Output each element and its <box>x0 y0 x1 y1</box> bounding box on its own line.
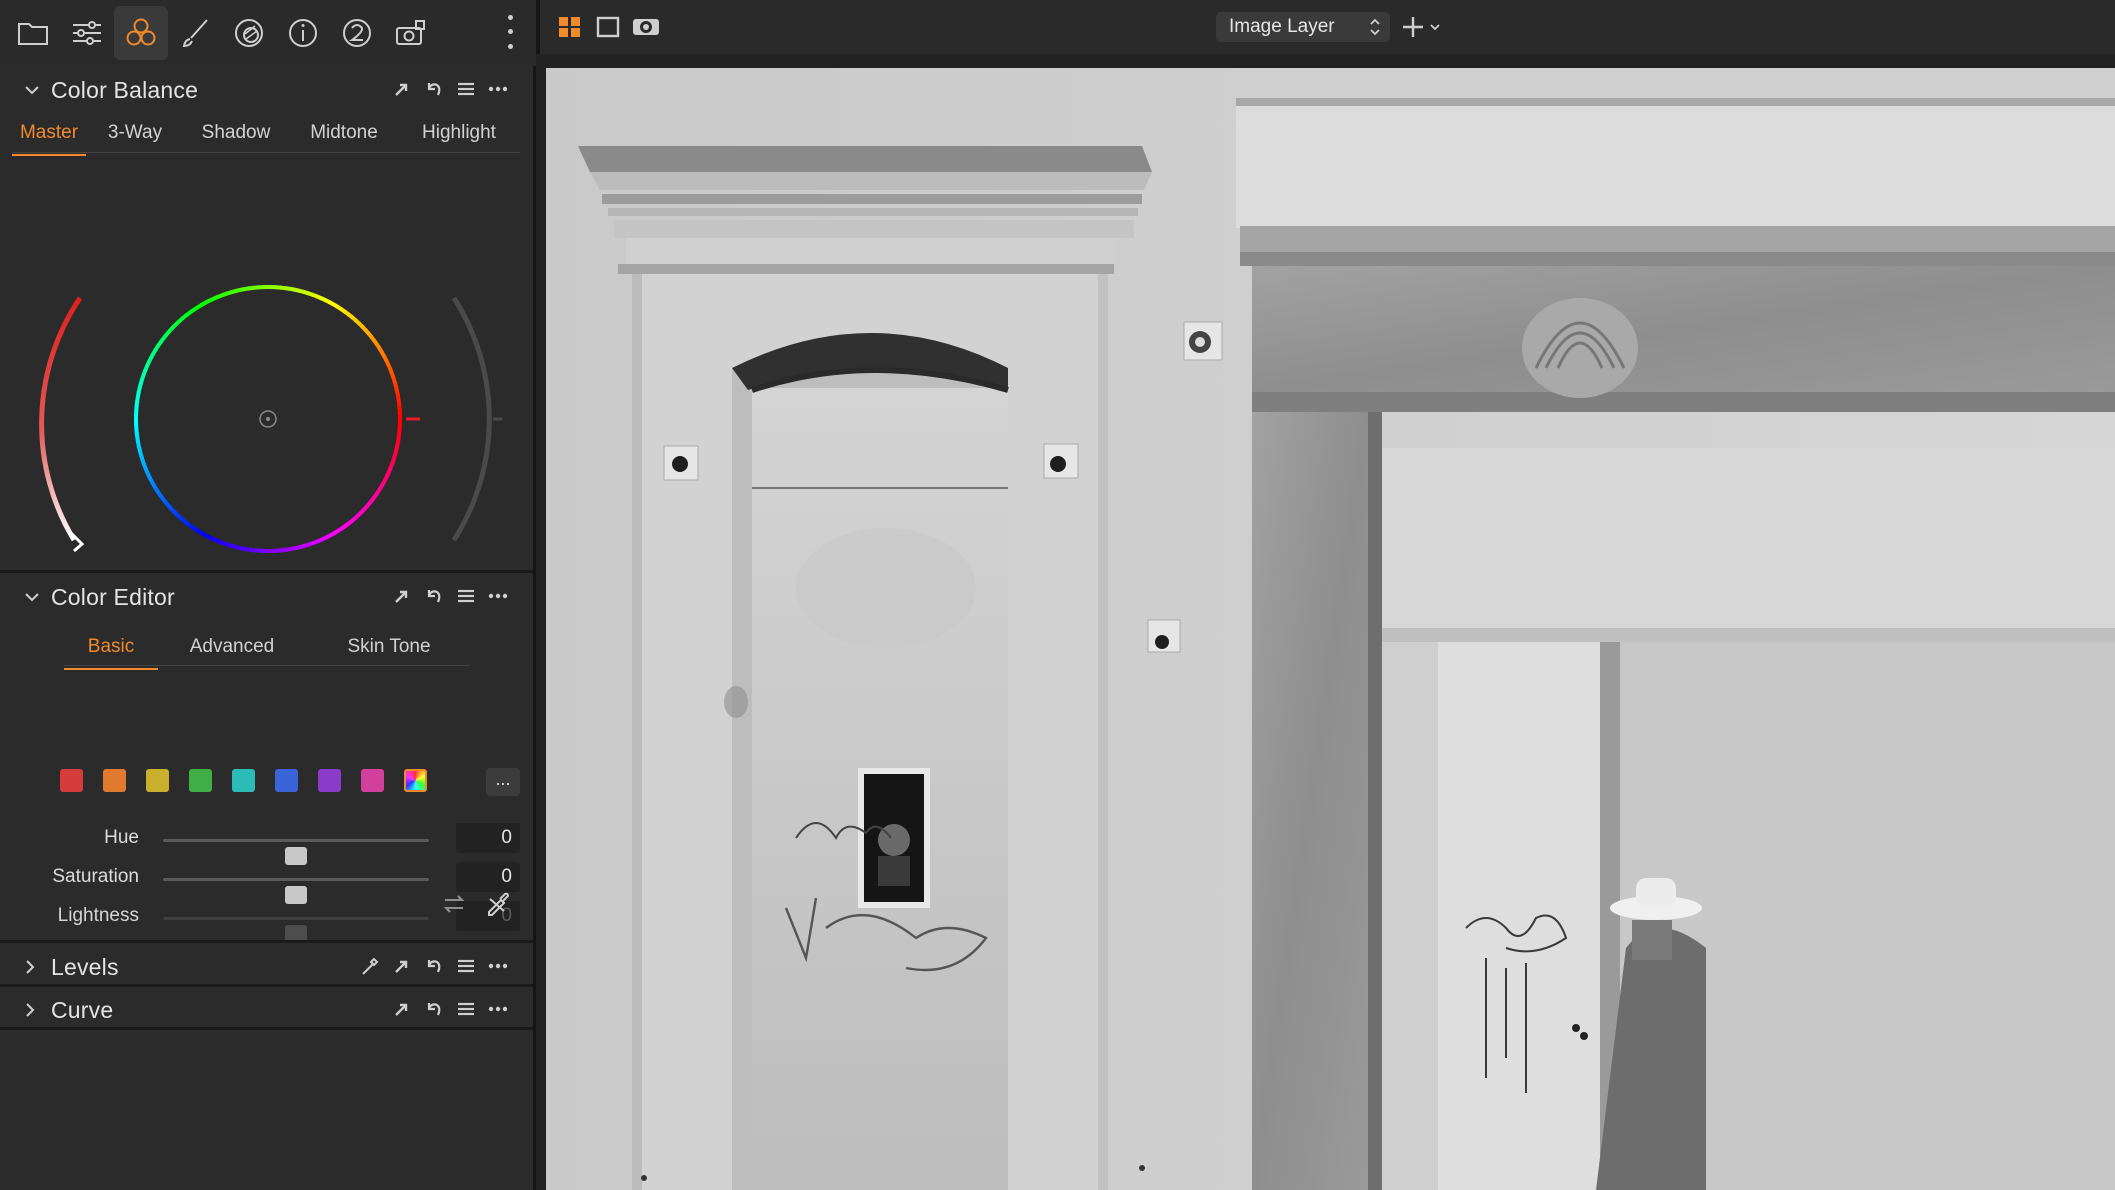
presets-icon[interactable] <box>455 998 477 1020</box>
updown-chevron-icon <box>1370 18 1380 36</box>
tabs-divider <box>12 152 520 153</box>
swatch-cyan[interactable] <box>232 769 255 792</box>
tool-tab-library[interactable] <box>6 6 60 60</box>
tool-tab-lens[interactable] <box>222 6 276 60</box>
photo[interactable] <box>546 68 2115 1190</box>
color-circles-icon <box>126 18 156 46</box>
wheel-center-dot <box>266 417 270 421</box>
tool-panel: Color Balance Master 3-Way Shadow Midton… <box>0 66 536 1190</box>
chevron-down-icon[interactable] <box>22 587 42 607</box>
layer-select-value: Image Layer <box>1229 16 1335 37</box>
shell-ornament <box>1522 298 1638 398</box>
color-balance-tabs: Master 3-Way Shadow Midtone Highlight <box>12 122 518 156</box>
vertical-dots-icon[interactable] <box>500 10 520 54</box>
saturation-label: Saturation <box>52 866 139 887</box>
hue-value-field[interactable]: 0 <box>456 823 520 853</box>
layer-select[interactable]: Image Layer <box>1216 12 1390 42</box>
add-layer-icon[interactable] <box>1402 14 1446 40</box>
tool-tab-local-adjustments[interactable] <box>168 6 222 60</box>
more-options-icon[interactable] <box>487 585 509 607</box>
chevron-down-icon[interactable] <box>22 80 42 100</box>
swatch-orange[interactable] <box>103 769 126 792</box>
tool-tab-color[interactable] <box>114 6 168 60</box>
saturation-slider-track[interactable] <box>163 878 429 904</box>
more-swatches-button[interactable]: ... <box>486 768 520 796</box>
grid-view-icon[interactable] <box>556 13 584 41</box>
more-options-icon[interactable] <box>487 998 509 1020</box>
badge-2-icon <box>343 19 371 47</box>
lens-icon <box>235 19 263 47</box>
swatch-red[interactable] <box>60 769 83 792</box>
swatch-blue[interactable] <box>275 769 298 792</box>
copy-apply-icon[interactable] <box>391 585 413 607</box>
chevron-right-icon[interactable] <box>20 957 40 977</box>
app-window: Color Balance Master 3-Way Shadow Midton… <box>0 0 2115 1190</box>
levels-title: Levels <box>51 953 119 980</box>
swatch-green[interactable] <box>189 769 212 792</box>
color-balance-header[interactable]: Color Balance <box>0 66 533 114</box>
hue-label: Hue <box>104 827 139 848</box>
color-wheel-svg <box>39 284 502 554</box>
adjustments-icon <box>73 21 101 45</box>
reset-icon[interactable] <box>423 585 445 607</box>
tab-3-way[interactable]: 3-Way <box>86 122 184 156</box>
tab-master[interactable]: Master <box>12 122 86 156</box>
folder-icon <box>18 23 48 45</box>
color-editor-title: Color Editor <box>51 583 175 610</box>
color-balance-title: Color Balance <box>51 76 199 103</box>
tool-tab-capture[interactable] <box>384 6 438 60</box>
tabs-divider <box>64 665 470 666</box>
swatch-yellow[interactable] <box>146 769 169 792</box>
tab-midtone[interactable]: Midtone <box>288 122 400 156</box>
saturation-value-field[interactable]: 0 <box>456 862 520 892</box>
lightness-slider-track <box>163 917 429 943</box>
saturation-slider-row: Saturation 0 <box>0 862 533 904</box>
tab-highlight[interactable]: Highlight <box>400 122 518 156</box>
color-picker-icon[interactable] <box>484 889 512 917</box>
presets-icon[interactable] <box>455 585 477 607</box>
swap-arrows-icon[interactable] <box>442 893 466 915</box>
tool-tab-metadata[interactable] <box>276 6 330 60</box>
toolbar-divider <box>536 0 540 54</box>
tool-tab-custom-2[interactable] <box>330 6 384 60</box>
saturation-arc[interactable] <box>39 296 83 542</box>
more-options-icon[interactable] <box>487 78 509 100</box>
more-options-icon[interactable] <box>487 955 509 977</box>
swatch-all-colors[interactable] <box>404 769 427 792</box>
reset-icon[interactable] <box>423 78 445 100</box>
lightness-arc[interactable] <box>451 296 492 542</box>
photo-content <box>546 68 2115 1190</box>
color-editor-header[interactable]: Color Editor <box>0 573 533 621</box>
info-icon <box>289 19 317 47</box>
single-view-icon[interactable] <box>594 13 622 41</box>
tab-shadow[interactable]: Shadow <box>184 122 288 156</box>
hue-slider-row: Hue 0 <box>0 823 533 865</box>
lightness-label: Lightness <box>57 905 139 926</box>
swatch-magenta[interactable] <box>361 769 384 792</box>
viewer-toolbar: Image Layer <box>536 0 2115 54</box>
presets-icon[interactable] <box>455 78 477 100</box>
image-viewer[interactable] <box>536 54 2115 1190</box>
saturation-handle[interactable] <box>68 530 85 553</box>
eyedropper-icon[interactable] <box>359 955 381 977</box>
copy-apply-icon[interactable] <box>391 998 413 1020</box>
curve-title: Curve <box>51 996 114 1023</box>
camera-icon <box>396 20 425 45</box>
color-swatches <box>60 769 427 792</box>
swatch-purple[interactable] <box>318 769 341 792</box>
reset-icon[interactable] <box>423 955 445 977</box>
hue-slider-track[interactable] <box>163 839 429 865</box>
color-wheel-area <box>30 178 510 608</box>
eye-icon[interactable] <box>632 13 660 41</box>
copy-apply-icon[interactable] <box>391 78 413 100</box>
brush-icon <box>182 19 208 48</box>
tool-tab-bar <box>0 0 536 66</box>
copy-apply-icon[interactable] <box>391 955 413 977</box>
chevron-right-icon[interactable] <box>20 1000 40 1020</box>
presets-icon[interactable] <box>455 955 477 977</box>
reset-icon[interactable] <box>423 998 445 1020</box>
tool-tab-adjustments[interactable] <box>60 6 114 60</box>
section-divider <box>0 1027 533 1030</box>
